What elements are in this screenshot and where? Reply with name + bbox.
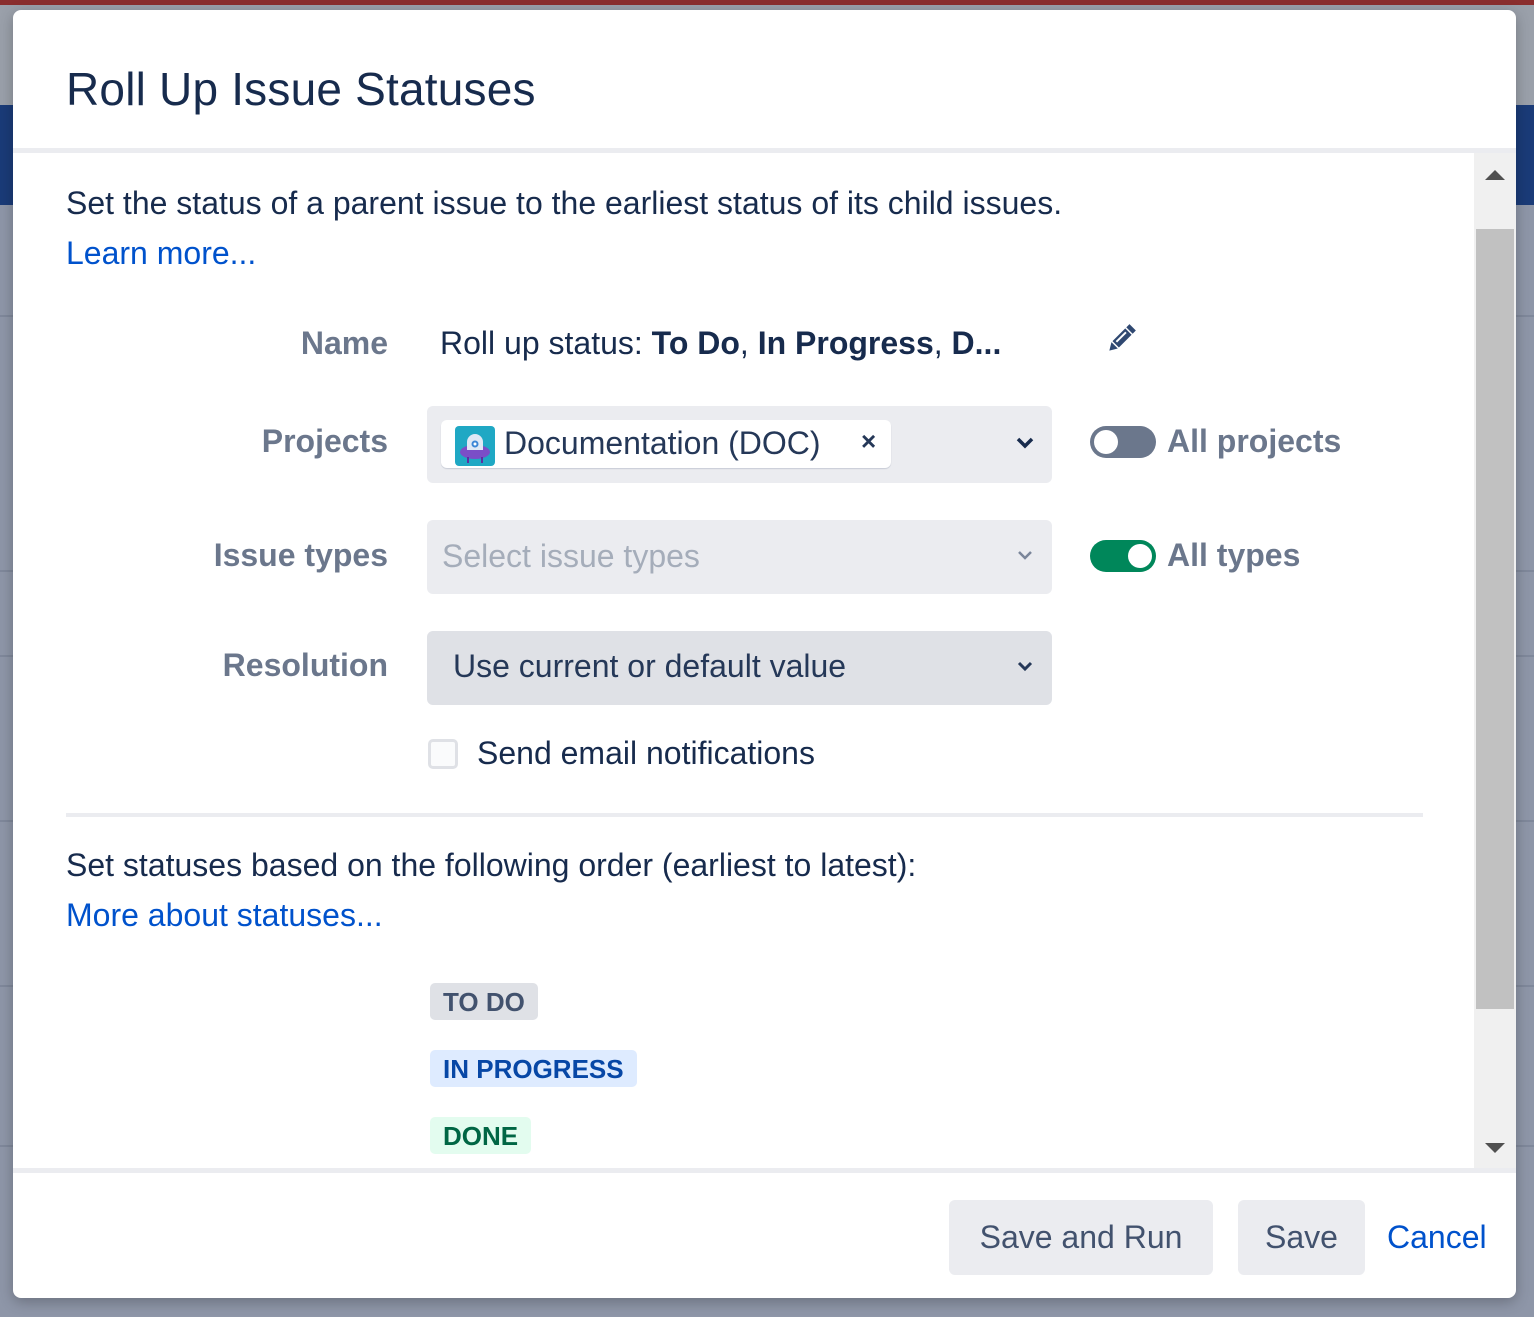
dialog-body: Set the status of a parent issue to the …: [13, 153, 1474, 1168]
chevron-down-icon[interactable]: [1016, 437, 1034, 449]
footer-divider: [13, 1168, 1516, 1173]
resolution-label: Resolution: [222, 647, 388, 683]
projects-select[interactable]: Documentation (DOC) ×: [427, 406, 1052, 483]
status-lozenge-done: DONE: [430, 1117, 532, 1154]
dialog-title: Roll Up Issue Statuses: [66, 63, 536, 115]
dialog-header: Roll Up Issue Statuses: [13, 10, 1516, 148]
rule-name-value: Roll up status: To Do, In Progress, D...: [440, 325, 1001, 362]
rule-name-status: In Progress: [757, 325, 934, 361]
resolution-select[interactable]: Use current or default value: [427, 631, 1052, 705]
send-email-label: Send email notifications: [477, 735, 815, 771]
rule-name-separator: ,: [739, 325, 758, 361]
project-avatar-icon: [455, 426, 495, 466]
all-projects-toggle[interactable]: [1090, 426, 1156, 458]
scroll-down-arrow-icon[interactable]: [1485, 1143, 1505, 1153]
dialog-description: Set the status of a parent issue to the …: [66, 185, 1063, 221]
save-and-run-button[interactable]: Save and Run: [949, 1200, 1213, 1275]
rule-name-status: D...: [951, 325, 1002, 361]
status-lozenge-in-progress: IN PROGRESS: [430, 1050, 637, 1087]
scroll-up-arrow-icon[interactable]: [1485, 170, 1505, 180]
all-types-label: All types: [1167, 537, 1301, 573]
cancel-link[interactable]: Cancel: [1387, 1200, 1487, 1275]
resolution-value: Use current or default value: [453, 648, 847, 684]
roll-up-dialog: Roll Up Issue Statuses Set the status of…: [13, 10, 1516, 1298]
rule-name-status: To Do: [651, 325, 740, 361]
projects-label: Projects: [261, 423, 388, 459]
scrollbar-thumb[interactable]: [1476, 229, 1514, 1009]
pencil-icon[interactable]: [1103, 321, 1139, 357]
statuses-intro: Set statuses based on the following orde…: [66, 847, 917, 883]
rule-name-separator: ,: [933, 325, 952, 361]
save-button[interactable]: Save: [1238, 1200, 1365, 1275]
toggle-knob: [1094, 430, 1118, 454]
all-types-toggle[interactable]: [1090, 540, 1156, 572]
rule-name-prefix: Roll up status:: [440, 325, 652, 361]
toggle-knob: [1128, 544, 1152, 568]
send-email-checkbox[interactable]: [428, 739, 458, 769]
issue-types-label: Issue types: [213, 537, 388, 573]
remove-project-icon[interactable]: ×: [861, 426, 876, 457]
learn-more-link[interactable]: Learn more...: [66, 235, 256, 272]
dialog-scrollbar[interactable]: [1474, 153, 1516, 1168]
project-tag-label: Documentation (DOC): [504, 425, 821, 461]
status-lozenge-to-do: TO DO: [430, 983, 538, 1020]
section-divider: [66, 813, 1423, 817]
all-projects-label: All projects: [1167, 423, 1342, 459]
project-tag: Documentation (DOC) ×: [441, 420, 891, 468]
chevron-down-icon[interactable]: [1016, 661, 1034, 673]
dialog-footer: Save and Run Save Cancel: [13, 1168, 1516, 1298]
name-label: Name: [300, 325, 388, 361]
more-about-statuses-link[interactable]: More about statuses...: [66, 897, 383, 934]
issue-types-placeholder: Select issue types: [442, 538, 700, 574]
issue-types-select[interactable]: Select issue types: [427, 520, 1052, 594]
chevron-down-icon[interactable]: [1016, 550, 1034, 562]
